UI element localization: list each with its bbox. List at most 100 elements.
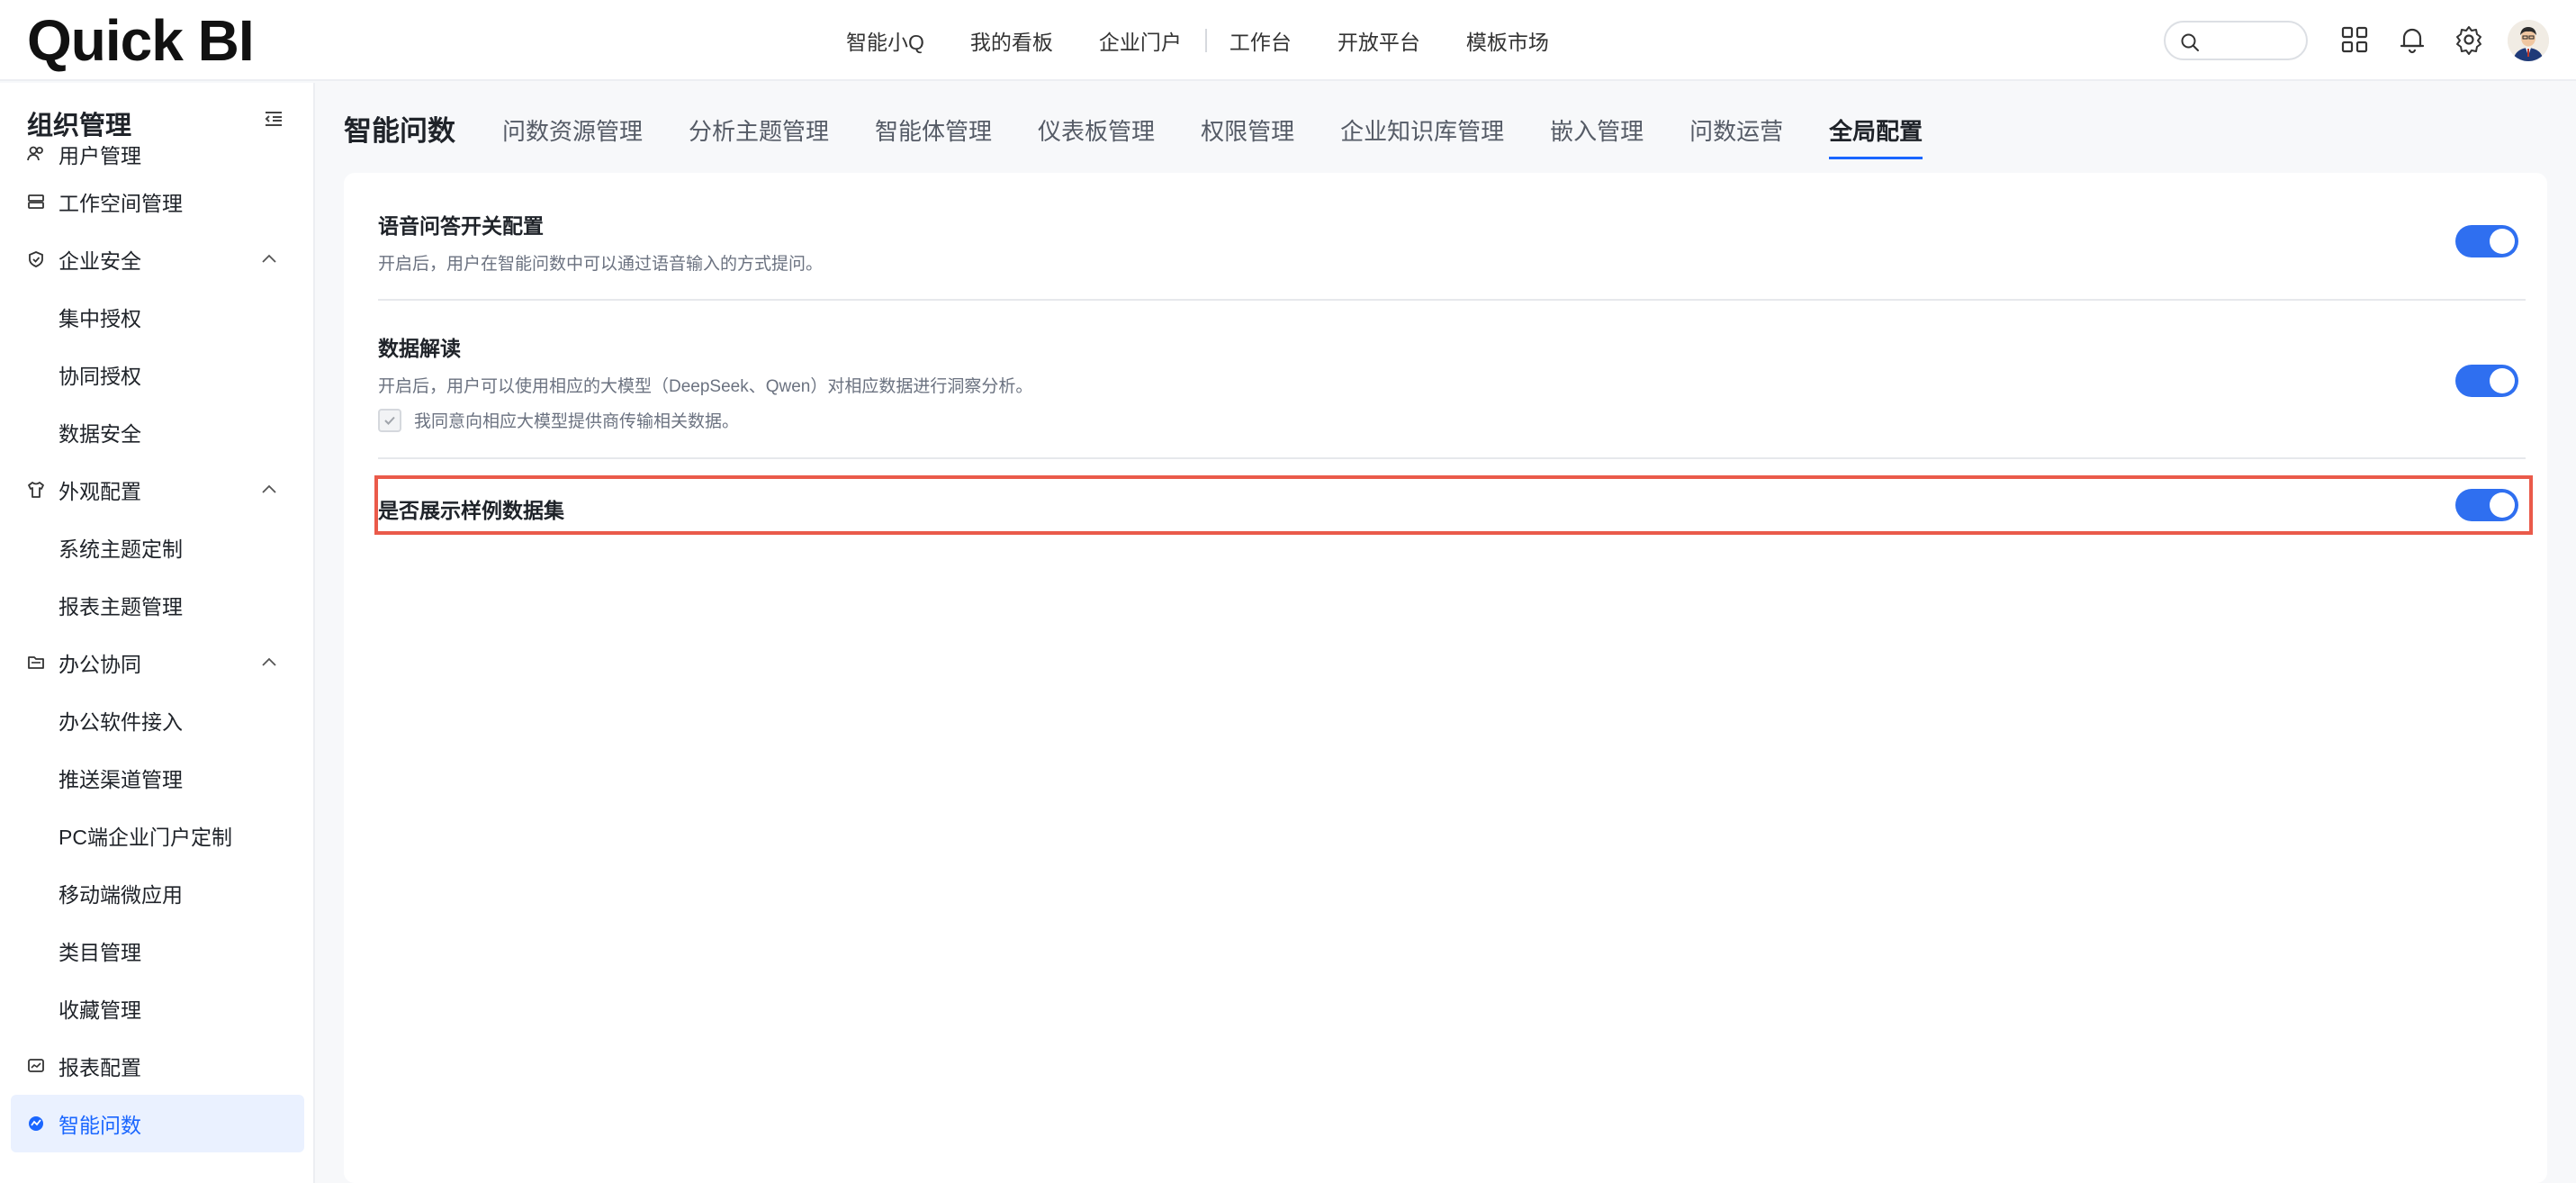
sidebar-item-label: 报表主题管理 xyxy=(59,595,183,619)
sidebar-item-appearance[interactable]: 外观配置 xyxy=(0,461,313,519)
sidebar-item-enterprise-security[interactable]: 企业安全 xyxy=(0,230,313,288)
consent-checkbox-row[interactable]: 我同意向相应大模型提供商传输相关数据。 xyxy=(378,408,2526,432)
sidebar-item-smart-query[interactable]: 智能问数 xyxy=(11,1095,304,1152)
sidebar-item-system-theme[interactable]: 系统主题定制 xyxy=(0,519,313,576)
bell-icon[interactable] xyxy=(2396,23,2428,56)
tab-analysis-topics[interactable]: 分析主题管理 xyxy=(689,108,829,147)
sidebar-item-pc-portal[interactable]: PC端企业门户定制 xyxy=(0,807,313,864)
logo[interactable]: Quick BI xyxy=(27,8,255,73)
page-title: 智能问数 xyxy=(344,115,455,147)
sidebar-item-label: 办公协同 xyxy=(59,653,141,676)
sidebar-item-label: 系统主题定制 xyxy=(59,537,183,561)
sidebar-item-label: 外观配置 xyxy=(59,480,141,503)
shirt-icon xyxy=(28,482,44,498)
setting-description: 开启后，用户在智能问数中可以通过语音输入的方式提问。 xyxy=(378,255,824,274)
gear-icon[interactable] xyxy=(2453,23,2485,56)
divider xyxy=(378,299,2526,301)
shield-icon xyxy=(29,251,43,267)
sidebar-item-label: 推送渠道管理 xyxy=(59,768,183,791)
setting-sample-dataset: 是否展示样例数据集 xyxy=(378,493,2526,524)
topnav-item-template-market[interactable]: 模板市场 xyxy=(1466,25,1549,56)
sample-dataset-toggle[interactable] xyxy=(2455,489,2518,521)
chevron-up-icon[interactable] xyxy=(261,483,277,495)
topnav-item-smart-q[interactable]: 智能小Q xyxy=(846,25,924,56)
sidebar: 组织管理 用户管理 工作空间管理 企业安全 集中授权 协同授权 数据安全 外观配… xyxy=(0,83,315,1183)
sidebar-item-office-collab[interactable]: 办公协同 xyxy=(0,634,313,691)
top-nav: 智能小Q 我的看板 企业门户 工作台 开放平台 模板市场 xyxy=(846,0,1595,81)
sidebar-item-office-software[interactable]: 办公软件接入 xyxy=(0,691,313,749)
tab-global-config[interactable]: 全局配置 xyxy=(1829,108,1923,159)
folder-icon xyxy=(28,656,44,669)
setting-description: 开启后，用户可以使用相应的大模型（DeepSeek、Qwen）对相应数据进行洞察… xyxy=(378,377,1033,396)
sidebar-item-push-channel[interactable]: 推送渠道管理 xyxy=(0,749,313,807)
setting-title: 语音问答开关配置 xyxy=(378,214,544,238)
workspace-icon xyxy=(28,194,44,209)
settings-panel: 语音问答开关配置 开启后，用户在智能问数中可以通过语音输入的方式提问。 数据解读… xyxy=(344,173,2547,1183)
sidebar-item-users[interactable]: 用户管理 xyxy=(0,146,313,173)
sidebar-item-collab-auth[interactable]: 协同授权 xyxy=(0,346,313,403)
topnav-item-open-platform[interactable]: 开放平台 xyxy=(1338,25,1420,56)
consent-checkbox[interactable] xyxy=(378,408,401,432)
sidebar-menu: 用户管理 工作空间管理 企业安全 集中授权 协同授权 数据安全 外观配置 系统主… xyxy=(0,146,313,1152)
sidebar-item-label: PC端企业门户定制 xyxy=(59,826,232,849)
avatar[interactable] xyxy=(2508,20,2549,61)
chevron-up-icon[interactable] xyxy=(261,252,277,265)
check-icon xyxy=(384,416,395,425)
sidebar-item-label: 类目管理 xyxy=(59,941,141,964)
consent-label: 我同意向相应大模型提供商传输相关数据。 xyxy=(414,412,740,431)
toggle-knob xyxy=(2490,229,2515,254)
tab-knowledge-base[interactable]: 企业知识库管理 xyxy=(1340,108,1504,147)
sidebar-item-report-config[interactable]: 报表配置 xyxy=(0,1037,313,1095)
sidebar-item-mobile-app[interactable]: 移动端微应用 xyxy=(0,864,313,922)
sidebar-item-category[interactable]: 类目管理 xyxy=(0,922,313,980)
sidebar-item-label: 智能问数 xyxy=(59,1114,141,1137)
sidebar-item-workspace[interactable]: 工作空间管理 xyxy=(0,173,313,230)
search-icon xyxy=(2181,33,2199,51)
setting-title: 是否展示样例数据集 xyxy=(378,499,564,522)
chevron-up-icon[interactable] xyxy=(261,655,277,668)
sidebar-item-favorites[interactable]: 收藏管理 xyxy=(0,980,313,1037)
apps-grid-icon[interactable] xyxy=(2338,23,2371,56)
topnav-item-workbench[interactable]: 工作台 xyxy=(1229,25,1292,56)
sidebar-item-label: 移动端微应用 xyxy=(59,883,183,907)
sidebar-item-data-security[interactable]: 数据安全 xyxy=(0,403,313,461)
topnav-divider xyxy=(1204,29,1207,52)
sidebar-item-label: 收藏管理 xyxy=(59,998,141,1022)
collapse-sidebar-icon[interactable] xyxy=(263,108,284,130)
report-icon xyxy=(28,1059,44,1072)
users-icon xyxy=(27,146,43,161)
top-bar: Quick BI 智能小Q 我的看板 企业门户 工作台 开放平台 模板市场 xyxy=(0,0,2576,81)
tab-dashboard-management[interactable]: 仪表板管理 xyxy=(1038,108,1155,147)
divider xyxy=(378,457,2526,459)
tab-resource-management[interactable]: 问数资源管理 xyxy=(502,108,643,147)
setting-voice: 语音问答开关配置 开启后，用户在智能问数中可以通过语音输入的方式提问。 xyxy=(378,209,2526,275)
data-interpret-toggle[interactable] xyxy=(2455,365,2518,397)
sidebar-item-label: 工作空间管理 xyxy=(59,192,183,215)
avatar-image xyxy=(2508,20,2549,61)
sidebar-item-label: 数据安全 xyxy=(59,422,141,446)
voice-toggle[interactable] xyxy=(2455,225,2518,257)
sidebar-item-label: 办公软件接入 xyxy=(59,710,183,734)
toggle-knob xyxy=(2490,492,2515,518)
toggle-knob xyxy=(2490,368,2515,393)
topnav-item-my-board[interactable]: 我的看板 xyxy=(970,25,1053,56)
sidebar-item-report-theme[interactable]: 报表主题管理 xyxy=(0,576,313,634)
search-input[interactable] xyxy=(2164,21,2308,60)
tab-embed-management[interactable]: 嵌入管理 xyxy=(1550,108,1644,147)
sidebar-title: 组织管理 xyxy=(27,112,132,140)
smart-query-icon xyxy=(29,1116,43,1131)
tab-query-operations[interactable]: 问数运营 xyxy=(1689,108,1783,147)
tab-bar: 智能问数 问数资源管理 分析主题管理 智能体管理 仪表板管理 权限管理 企业知识… xyxy=(344,108,1968,159)
logo-text: Quick BI xyxy=(27,8,255,73)
tab-agent-management[interactable]: 智能体管理 xyxy=(875,108,992,147)
sidebar-item-label: 用户管理 xyxy=(59,146,141,167)
sidebar-item-central-auth[interactable]: 集中授权 xyxy=(0,288,313,346)
tab-permission-management[interactable]: 权限管理 xyxy=(1201,108,1294,147)
setting-data-interpret: 数据解读 开启后，用户可以使用相应的大模型（DeepSeek、Qwen）对相应数… xyxy=(378,331,2526,432)
topnav-item-portal[interactable]: 企业门户 xyxy=(1099,25,1182,56)
sidebar-item-label: 协同授权 xyxy=(59,365,141,388)
setting-title: 数据解读 xyxy=(378,337,461,360)
sidebar-item-label: 企业安全 xyxy=(59,249,141,273)
sidebar-item-label: 报表配置 xyxy=(59,1056,141,1079)
sidebar-item-label: 集中授权 xyxy=(59,307,141,330)
